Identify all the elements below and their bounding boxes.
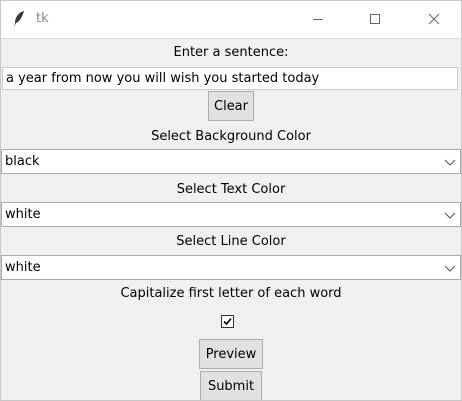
minimize-button[interactable]: [295, 1, 341, 38]
minimize-icon: [312, 10, 324, 29]
chevron-down-icon: [444, 209, 456, 219]
feather-icon: [12, 10, 26, 28]
text-color-value: white: [5, 207, 41, 222]
capitalize-checkbox[interactable]: [221, 315, 234, 328]
preview-button[interactable]: Preview: [199, 339, 263, 369]
line-color-label: Select Line Color: [176, 234, 286, 249]
text-color-label: Select Text Color: [176, 182, 286, 197]
window-title: tk: [36, 11, 49, 26]
maximize-button[interactable]: [352, 1, 398, 38]
chevron-down-icon: [444, 156, 456, 166]
chevron-down-icon: [444, 262, 456, 272]
bg-color-value: black: [5, 154, 40, 169]
maximize-icon: [369, 10, 381, 29]
app-window: tk Enter a sentence: a year from now you…: [0, 0, 462, 401]
title-bar[interactable]: tk: [1, 1, 461, 39]
form-content: Enter a sentence: a year from now you wi…: [1, 39, 461, 400]
close-button[interactable]: [411, 1, 457, 38]
checkmark-icon: [223, 317, 232, 326]
capitalize-label: Capitalize first letter of each word: [120, 286, 342, 301]
bg-color-select[interactable]: black: [1, 149, 461, 174]
sentence-input[interactable]: a year from now you will wish you starte…: [2, 67, 458, 90]
sentence-label: Enter a sentence:: [173, 45, 289, 60]
line-color-select[interactable]: white: [1, 255, 461, 280]
clear-button[interactable]: Clear: [208, 91, 254, 121]
submit-button[interactable]: Submit: [200, 371, 262, 400]
close-icon: [428, 10, 440, 29]
bg-color-label: Select Background Color: [151, 129, 311, 144]
line-color-value: white: [5, 260, 41, 275]
text-color-select[interactable]: white: [1, 202, 461, 227]
